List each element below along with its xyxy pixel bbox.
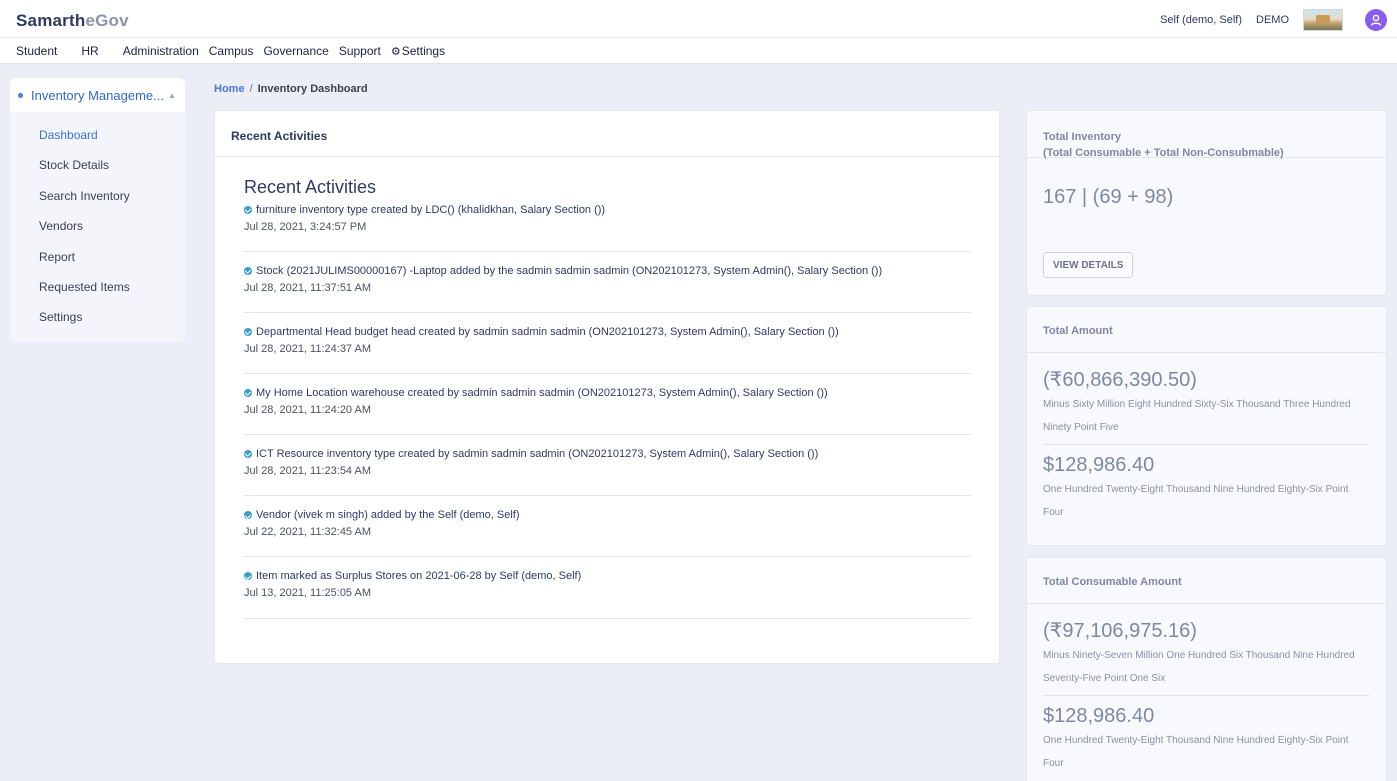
sidebar-module-title: Inventory Manageme...	[31, 87, 164, 103]
total-inventory-title: Total Inventory (Total Consumable + Tota…	[1027, 111, 1386, 159]
chevron-up-icon: ▲	[167, 90, 176, 100]
nav-item-support[interactable]: Support	[339, 44, 381, 58]
sidebar-item-vendors[interactable]: Vendors	[39, 219, 130, 249]
total-amount-title: Total Amount	[1027, 307, 1386, 353]
top-header: SamartheGov Self (demo, Self) DEMO	[0, 0, 1397, 38]
amount-words: Minus Sixty Million Eight Hundred Sixty-…	[1043, 399, 1351, 433]
recent-activities-card: Recent Activities Recent Activities furn…	[214, 110, 1000, 664]
activity-text: furniture inventory type created by LDC(…	[256, 204, 606, 216]
gear-icon: ⚙	[390, 45, 401, 58]
activity-time: Jul 13, 2021, 11:25:05 AM	[244, 587, 371, 600]
total-inventory-value: 167 | (69 + 98)	[1043, 186, 1174, 208]
divider	[1043, 695, 1370, 696]
nav-item-settings[interactable]: ⚙ Settings	[391, 44, 445, 58]
list-item: furniture inventory type created by LDC(…	[244, 204, 971, 252]
list-item: ICT Resource inventory type created by s…	[244, 435, 971, 497]
view-details-button[interactable]: VIEW DETAILS	[1043, 252, 1134, 278]
activity-text: My Home Location warehouse created by sa…	[256, 386, 828, 399]
activity-time: Jul 28, 2021, 11:37:51 AM	[244, 281, 371, 294]
user-area: Self (demo, Self) DEMO	[1160, 8, 1387, 32]
activity-time: Jul 22, 2021, 11:32:45 AM	[244, 526, 371, 539]
sidebar-item-dashboard[interactable]: Dashboard	[39, 128, 130, 158]
activity-text: ICT Resource inventory type created by s…	[256, 448, 819, 461]
total-amount-card: Total Amount (₹60,866,390.50) Minus Sixt…	[1026, 306, 1387, 546]
main-nav: Student HR Administration Campus Governa…	[0, 38, 1397, 64]
amount-words: Minus Ninety-Seven Million One Hundred S…	[1043, 650, 1355, 684]
nav-item-administration[interactable]: Administration	[123, 44, 199, 58]
brand-logo[interactable]: SamartheGov	[16, 11, 129, 31]
amount-value: (₹97,106,975.16)	[1043, 620, 1197, 642]
total-inventory-title-line2: (Total Consumable + Total Non-Consubmabl…	[1043, 147, 1284, 159]
nav-item-governance[interactable]: Governance	[263, 44, 328, 58]
nav-item-settings-label: Settings	[401, 44, 446, 58]
activity-time: Jul 28, 2021, 3:24:57 PM	[244, 221, 367, 233]
amount-block: (₹60,866,390.50) Minus Sixty Million Eig…	[1027, 367, 1386, 439]
nav-item-student[interactable]: Student	[16, 44, 57, 58]
total-inventory-card: Total Inventory (Total Consumable + Tota…	[1026, 110, 1387, 296]
activity-list: furniture inventory type created by LDC(…	[244, 204, 971, 619]
check-circle-icon	[244, 450, 252, 459]
amount-value: $128,986.40	[1043, 454, 1155, 476]
check-circle-icon	[244, 511, 252, 520]
amount-block: $128,986.40 One Hundred Twenty-Eight Tho…	[1027, 705, 1386, 775]
total-consumable-title: Total Consumable Amount	[1027, 558, 1386, 604]
sidebar-item-settings[interactable]: Settings	[39, 310, 130, 340]
user-name[interactable]: Self (demo, Self)	[1160, 14, 1242, 26]
sidebar-item-report[interactable]: Report	[39, 250, 130, 280]
check-circle-icon	[244, 388, 252, 397]
amount-words: One Hundred Twenty-Eight Thousand Nine H…	[1043, 484, 1349, 518]
user-role[interactable]: DEMO	[1256, 14, 1289, 26]
total-inventory-title-line1: Total Inventory	[1043, 131, 1122, 143]
check-circle-icon	[244, 266, 252, 275]
brand-primary: Samarth	[16, 11, 86, 30]
breadcrumb-separator: /	[249, 83, 253, 95]
amount-block: (₹97,106,975.16) Minus Ninety-Seven Mill…	[1027, 618, 1386, 690]
activity-time: Jul 28, 2021, 11:24:37 AM	[244, 342, 371, 355]
breadcrumb: Home / Inventory Dashboard	[214, 83, 368, 95]
card-title: Recent Activities	[215, 111, 999, 157]
section-title: Recent Activities	[244, 177, 377, 197]
activity-text: Item marked as Surplus Stores on 2021-06…	[256, 570, 582, 583]
activity-text: Departmental Head budget head created by…	[256, 325, 839, 338]
amount-value: $128,986.40	[1043, 705, 1155, 727]
breadcrumb-home-link[interactable]: Home	[214, 83, 245, 95]
list-item: My Home Location warehouse created by sa…	[244, 374, 971, 436]
amount-value: (₹60,866,390.50)	[1043, 369, 1197, 391]
sidebar-module-header[interactable]: Inventory Manageme... ▲	[10, 78, 185, 112]
sidebar-item-search-inventory[interactable]: Search Inventory	[39, 189, 130, 219]
activity-time: Jul 28, 2021, 11:24:20 AM	[244, 403, 371, 416]
bullet-dot-icon	[18, 92, 23, 98]
check-circle-icon	[244, 327, 252, 336]
check-circle-icon	[244, 206, 252, 214]
activity-text: Vendor (vivek m singh) added by the Self…	[256, 509, 520, 522]
activity-text: Stock (2021JULIMS00000167) -Laptop added…	[256, 264, 883, 277]
sidebar-item-requested-items[interactable]: Requested Items	[39, 280, 130, 310]
list-item: Departmental Head budget head created by…	[244, 313, 971, 374]
sidebar-item-stock-details[interactable]: Stock Details	[39, 158, 130, 188]
nav-item-hr[interactable]: HR	[81, 44, 98, 58]
nav-item-campus[interactable]: Campus	[209, 44, 254, 58]
amount-block: $128,986.40 One Hundred Twenty-Eight Tho…	[1027, 454, 1386, 524]
activity-time: Jul 28, 2021, 11:23:54 AM	[244, 465, 371, 478]
institution-logo-image	[1303, 9, 1343, 31]
brand-secondary: eGov	[85, 11, 129, 30]
check-circle-icon	[244, 572, 252, 581]
divider	[1043, 444, 1370, 445]
list-item: Item marked as Surplus Stores on 2021-06…	[244, 557, 971, 619]
amount-words: One Hundred Twenty-Eight Thousand Nine H…	[1043, 735, 1349, 769]
user-avatar-icon[interactable]	[1365, 9, 1387, 31]
sidebar: Inventory Manageme... ▲ Dashboard Stock …	[10, 78, 185, 342]
list-item: Vendor (vivek m singh) added by the Self…	[244, 496, 971, 558]
total-consumable-card: Total Consumable Amount (₹97,106,975.16)…	[1026, 557, 1387, 781]
list-item: Stock (2021JULIMS00000167) -Laptop added…	[244, 252, 971, 313]
breadcrumb-current: Inventory Dashboard	[257, 83, 368, 95]
